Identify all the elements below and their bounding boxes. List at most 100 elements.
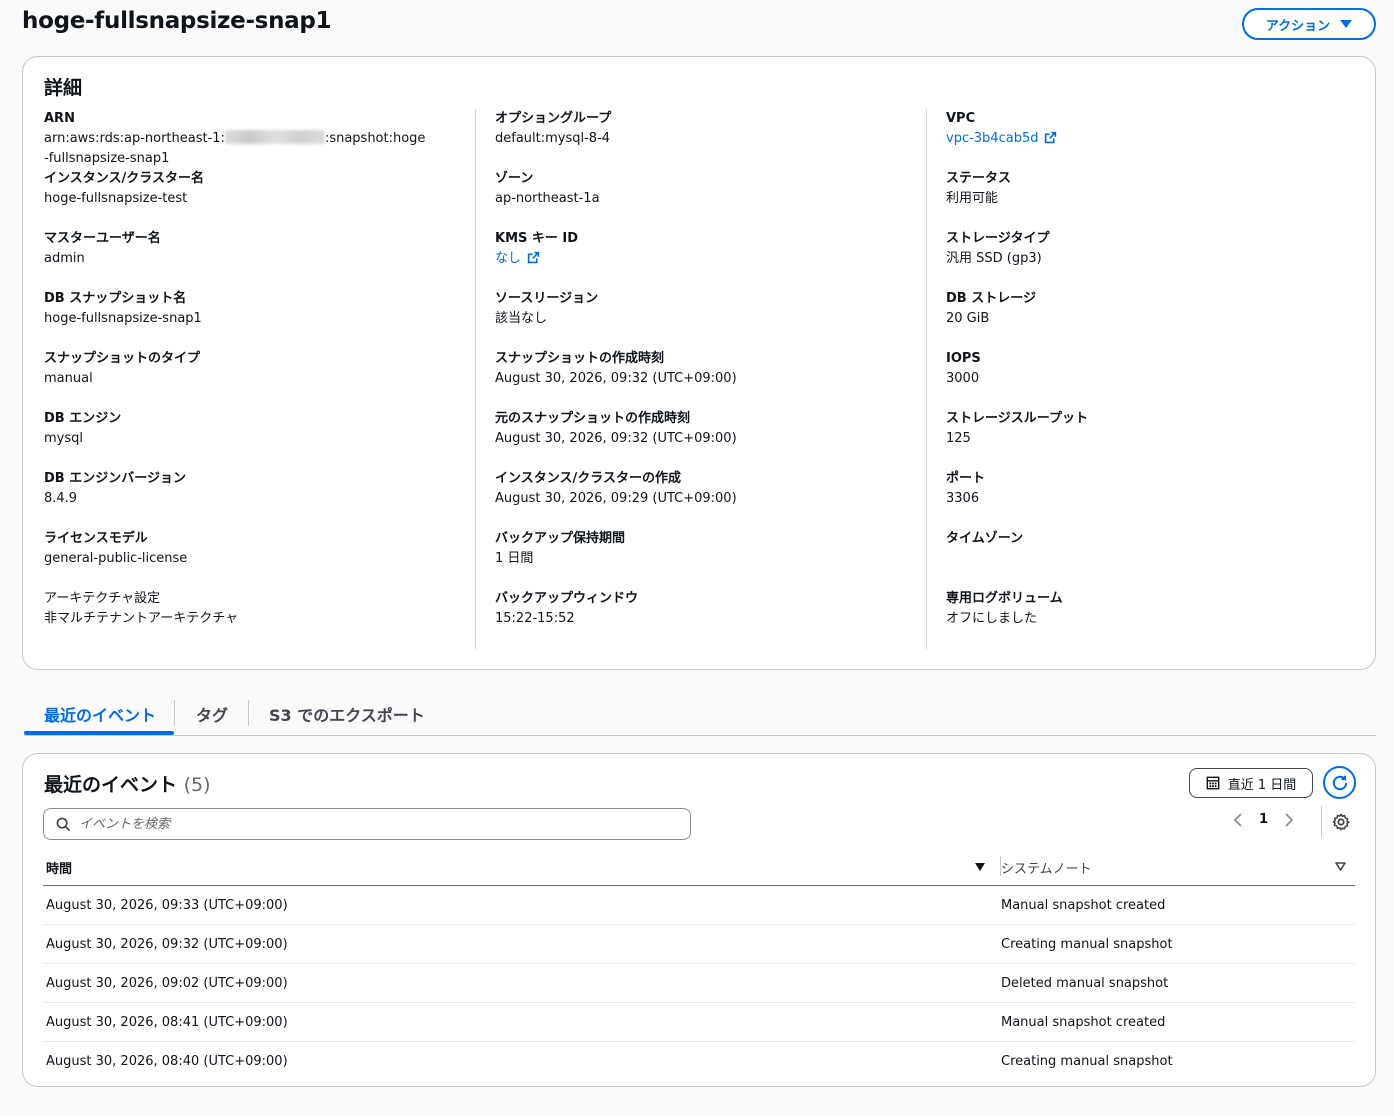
detail-key: スナップショットのタイプ [44, 351, 201, 366]
events-table: 時間 システムノート August 30, 2026, 09:33 (UTC+0… [43, 850, 1355, 1081]
external-link-icon [527, 251, 540, 264]
detail-option-group: オプショングループ default:mysql-8-4 [495, 109, 915, 169]
detail-value: August 30, 2026, 09:32 (UTC+09:00) [495, 371, 737, 386]
detail-original-snapshot-created: 元のスナップショットの作成時刻 August 30, 2026, 09:32 (… [495, 409, 915, 469]
gear-icon[interactable] [1332, 813, 1350, 831]
sort-descending-icon[interactable] [975, 863, 985, 871]
detail-arn: ARN arn:aws:rds:ap-northeast-1::snapshot… [44, 109, 464, 169]
refresh-button[interactable] [1323, 766, 1356, 799]
detail-key: ストレージタイプ [946, 231, 1050, 246]
caret-down-icon [1340, 20, 1353, 28]
details-column-2: オプショングループ default:mysql-8-4 ゾーン ap-north… [495, 109, 915, 649]
vpc-link[interactable]: vpc-3b4cab5d [946, 131, 1057, 146]
detail-key: ライセンスモデル [44, 531, 148, 546]
chevron-right-icon[interactable] [1282, 812, 1294, 827]
detail-value: mysql [44, 431, 83, 446]
sort-icon[interactable] [1335, 862, 1346, 871]
detail-value: manual [44, 371, 93, 386]
column-header-system-note[interactable]: システムノート [1001, 858, 1092, 877]
page-title: hoge-fullsnapsize-snap1 [22, 8, 332, 34]
tab-recent-events[interactable]: 最近のイベント [44, 702, 156, 726]
detail-license-model: ライセンスモデル general-public-license [44, 529, 464, 589]
detail-key: ストレージスループット [946, 411, 1088, 426]
detail-value: ap-northeast-1a [495, 191, 600, 206]
detail-snapshot-type: スナップショットのタイプ manual [44, 349, 464, 409]
detail-value: 非マルチテナントアーキテクチャ [44, 611, 239, 626]
detail-key: ステータス [946, 171, 1012, 186]
page-number[interactable]: 1 [1259, 812, 1268, 827]
search-icon [56, 817, 71, 831]
detail-log-volume: 専用ログボリューム オフにしました [946, 589, 1366, 649]
detail-engine-version: DB エンジンバージョン 8.4.9 [44, 469, 464, 529]
detail-value: 3306 [946, 491, 980, 506]
detail-key: DB スナップショット名 [44, 291, 187, 306]
event-note: Deleted manual snapshot [1001, 976, 1169, 991]
pagination: 1 [1233, 812, 1294, 827]
detail-value: 該当なし [495, 311, 548, 326]
detail-value: 125 [946, 431, 971, 446]
detail-key: インスタンス/クラスターの作成 [495, 471, 681, 486]
detail-key: マスターユーザー名 [44, 231, 161, 246]
detail-kms-key: KMS キー ID なし [495, 229, 915, 289]
detail-value: hoge-fullsnapsize-test [44, 191, 188, 206]
tab-bar: 最近のイベント タグ S3 でのエクスポート [24, 694, 1376, 736]
details-column-1: ARN arn:aws:rds:ap-northeast-1::snapshot… [44, 109, 464, 649]
detail-key: アーキテクチャ設定 [44, 591, 161, 606]
column-divider [475, 109, 476, 649]
calendar-icon [1206, 776, 1220, 790]
detail-db-engine: DB エンジン mysql [44, 409, 464, 469]
event-search-field[interactable] [43, 808, 691, 840]
detail-key: DB エンジンバージョン [44, 471, 186, 486]
detail-value: 利用可能 [946, 191, 999, 206]
column-header-time[interactable]: 時間 [46, 858, 72, 877]
refresh-icon [1332, 775, 1347, 790]
detail-key: IOPS [946, 351, 981, 366]
table-row: August 30, 2026, 08:40 (UTC+09:00) Creat… [43, 1042, 1355, 1081]
event-note: Creating manual snapshot [1001, 937, 1173, 952]
active-tab-indicator [24, 731, 174, 735]
detail-key: VPC [946, 111, 976, 126]
event-time: August 30, 2026, 09:32 (UTC+09:00) [46, 937, 288, 952]
kms-key-link[interactable]: なし [495, 251, 540, 266]
table-row: August 30, 2026, 09:02 (UTC+09:00) Delet… [43, 964, 1355, 1003]
event-note: Manual snapshot created [1001, 1015, 1166, 1030]
detail-instance-created: インスタンス/クラスターの作成 August 30, 2026, 09:29 (… [495, 469, 915, 529]
detail-storage-throughput: ストレージスループット 125 [946, 409, 1366, 469]
event-search-input[interactable] [79, 816, 669, 832]
table-row: August 30, 2026, 09:32 (UTC+09:00) Creat… [43, 925, 1355, 964]
detail-key: KMS キー ID [495, 231, 579, 246]
detail-snapshot-name: DB スナップショット名 hoge-fullsnapsize-snap1 [44, 289, 464, 349]
detail-key: 専用ログボリューム [946, 591, 1063, 606]
event-time: August 30, 2026, 08:40 (UTC+09:00) [46, 1054, 288, 1069]
tab-s3-export[interactable]: S3 でのエクスポート [269, 702, 425, 726]
column-divider [926, 109, 927, 649]
detail-value: 1 日間 [495, 551, 534, 566]
events-count: (5) [183, 774, 211, 796]
detail-value: 8.4.9 [44, 491, 78, 506]
event-time: August 30, 2026, 09:02 (UTC+09:00) [46, 976, 288, 991]
date-range-button[interactable]: 直近 1 日間 [1189, 768, 1313, 798]
external-link-icon [1045, 131, 1057, 144]
pager-divider [1321, 806, 1322, 838]
detail-key: DB エンジン [44, 411, 122, 426]
detail-instance-name: インスタンス/クラスター名 hoge-fullsnapsize-test [44, 169, 464, 229]
chevron-left-icon[interactable] [1233, 812, 1245, 827]
detail-port: ポート 3306 [946, 469, 1366, 529]
detail-key: DB ストレージ [946, 291, 1036, 306]
actions-button[interactable]: アクション [1242, 8, 1376, 40]
detail-storage-type: ストレージタイプ 汎用 SSD (gp3) [946, 229, 1366, 289]
detail-key: オプショングループ [495, 111, 612, 126]
detail-master-user: マスターユーザー名 admin [44, 229, 464, 289]
details-panel: 詳細 ARN arn:aws:rds:ap-northeast-1::snaps… [22, 56, 1376, 670]
detail-key: スナップショットの作成時刻 [495, 351, 665, 366]
event-time: August 30, 2026, 09:33 (UTC+09:00) [46, 898, 288, 913]
detail-db-storage: DB ストレージ 20 GiB [946, 289, 1366, 349]
detail-key: タイムゾーン [946, 531, 1024, 546]
detail-key: バックアップウィンドウ [495, 591, 639, 606]
detail-vpc: VPC vpc-3b4cab5d [946, 109, 1366, 169]
tab-tags[interactable]: タグ [196, 702, 228, 726]
detail-iops: IOPS 3000 [946, 349, 1366, 409]
vpc-value: vpc-3b4cab5d [946, 131, 1039, 146]
details-column-3: VPC vpc-3b4cab5d ステータス 利用可能 ストレージタイプ 汎用 … [946, 109, 1366, 649]
arn-value: arn:aws:rds:ap-northeast-1::snapshot:hog… [44, 129, 429, 169]
